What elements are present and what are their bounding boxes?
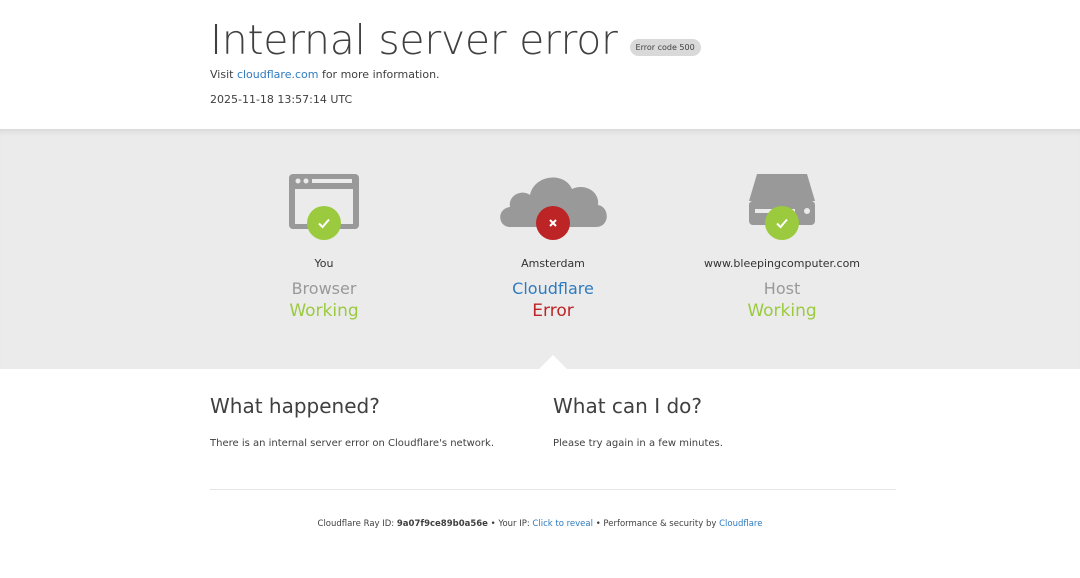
footer: Cloudflare Ray ID: 9a07f9ce89b0a56e • Yo… <box>0 519 1080 529</box>
cloudflare-status-column: Amsterdam Cloudflare Error <box>438 169 668 323</box>
cloudflare-location: Amsterdam <box>521 257 585 270</box>
check-icon <box>765 206 799 240</box>
visit-prefix: Visit <box>210 68 234 81</box>
error-code-badge: Error code 500 <box>629 39 701 56</box>
footer-separator: • <box>595 519 601 529</box>
title-row: Internal server error Error code 500 <box>210 14 701 66</box>
error-x-icon <box>536 206 570 240</box>
ray-label: Cloudflare Ray ID: <box>317 519 395 529</box>
browser-location: You <box>314 257 334 270</box>
status-band: You Browser Working Amsterdam Cloudflare… <box>0 129 1080 369</box>
what-happened-text: There is an internal server error on Clo… <box>210 438 494 449</box>
browser-role: Browser <box>291 279 357 298</box>
host-status: Working <box>747 301 817 321</box>
click-to-reveal-link[interactable]: Click to reveal <box>532 519 593 529</box>
what-happened-heading: What happened? <box>210 394 380 418</box>
cloudflare-status: Error <box>532 301 574 321</box>
cloud-icon <box>488 169 618 249</box>
cloudflare-link[interactable]: cloudflare.com <box>237 68 319 81</box>
error-header: Internal server error Error code 500 Vis… <box>0 0 1080 129</box>
visit-line: Visit cloudflare.com for more informatio… <box>210 68 440 81</box>
ip-label: Your IP: <box>498 519 530 529</box>
what-can-i-do-text: Please try again in a few minutes. <box>553 438 723 449</box>
server-icon <box>717 169 847 249</box>
footer-separator: • <box>490 519 496 529</box>
what-can-i-do-heading: What can I do? <box>553 394 702 418</box>
host-role: Host <box>763 279 801 298</box>
browser-status-column: You Browser Working <box>209 169 439 323</box>
performance-label: Performance & security by <box>603 519 717 529</box>
what-can-i-do-column: What can I do? Please try again in a few… <box>553 394 883 449</box>
visit-suffix: for more information. <box>321 68 440 81</box>
footer-divider <box>210 489 896 490</box>
check-icon <box>307 206 341 240</box>
host-location: www.bleepingcomputer.com <box>703 257 861 270</box>
footer-cloudflare-link[interactable]: Cloudflare <box>719 519 762 529</box>
page-title: Internal server error <box>210 16 618 64</box>
cloudflare-role: Cloudflare <box>512 279 594 298</box>
timestamp: 2025-11-18 13:57:14 UTC <box>210 93 353 106</box>
browser-status: Working <box>289 301 359 321</box>
ray-id: 9a07f9ce89b0a56e <box>396 519 488 529</box>
browser-icon <box>259 169 389 249</box>
host-status-column: www.bleepingcomputer.com Host Working <box>667 169 897 323</box>
what-happened-column: What happened? There is an internal serv… <box>210 394 540 449</box>
pointer-arrow <box>538 355 568 370</box>
